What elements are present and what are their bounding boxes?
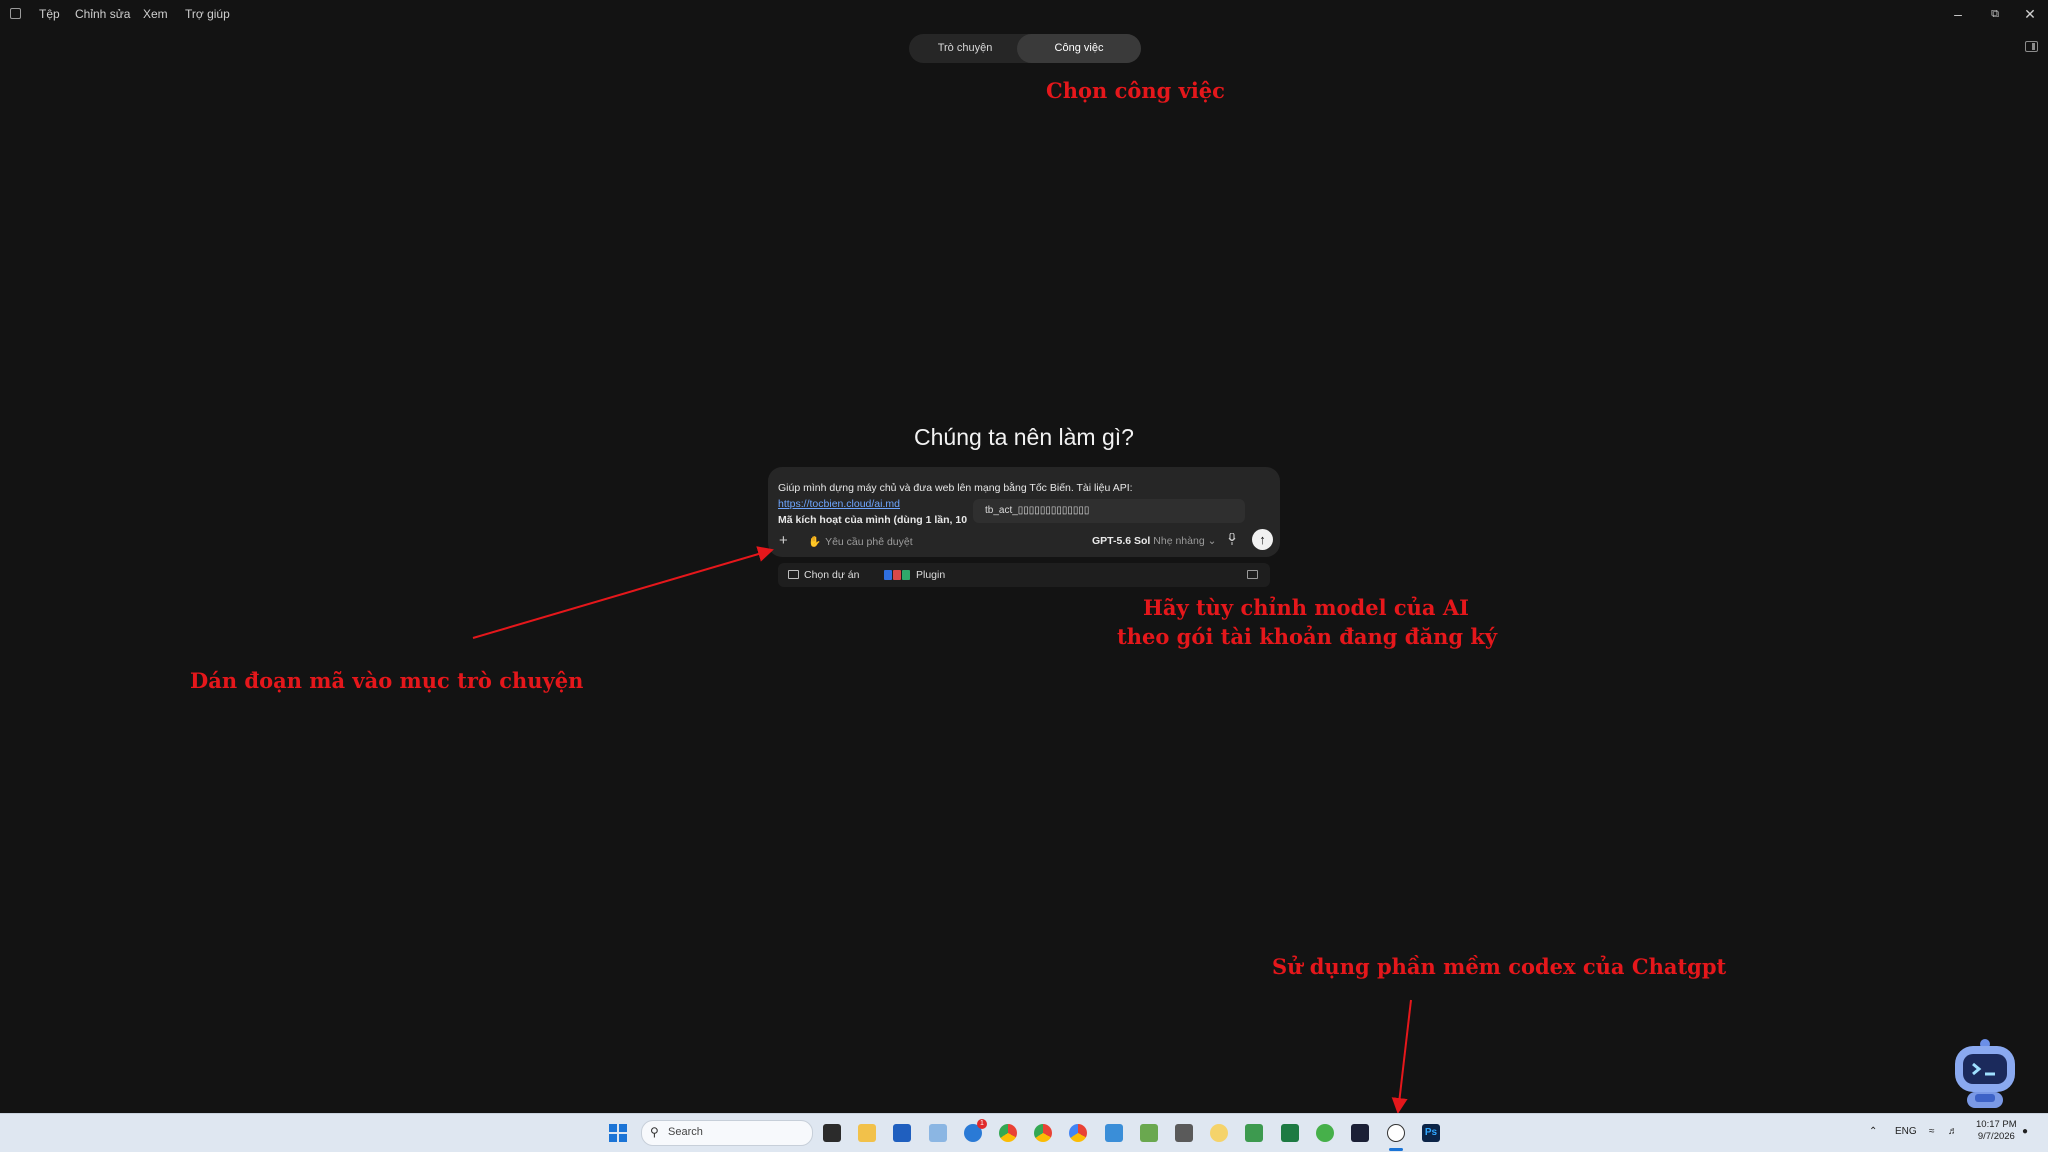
network-tool-icon[interactable] bbox=[1140, 1124, 1158, 1142]
photos-icon[interactable] bbox=[929, 1124, 947, 1142]
editor-app-icon[interactable] bbox=[1351, 1124, 1369, 1142]
clock-time: 10:17 PM bbox=[1976, 1119, 2017, 1130]
annotation-arrows bbox=[472, 546, 1412, 1114]
notepad-icon[interactable] bbox=[1245, 1124, 1263, 1142]
language-indicator[interactable]: ENG bbox=[1895, 1126, 1917, 1137]
green-app-icon[interactable] bbox=[1316, 1124, 1334, 1142]
search-placeholder: Search bbox=[668, 1126, 703, 1138]
printer-icon[interactable] bbox=[1175, 1124, 1193, 1142]
remote-desktop-icon[interactable] bbox=[1105, 1124, 1123, 1142]
excel-icon[interactable] bbox=[1281, 1124, 1299, 1142]
store-icon[interactable] bbox=[893, 1124, 911, 1142]
start-windows-icon[interactable] bbox=[609, 1124, 627, 1142]
chatgpt-codex-icon[interactable] bbox=[1387, 1124, 1405, 1142]
arrow-to-codex-app bbox=[1391, 999, 1412, 1114]
chrome-profile-3-icon[interactable] bbox=[1069, 1124, 1087, 1142]
taskbar: ⚲ Search 1 Ps ⌃ ENG ≈ ♬ 10:17 PM 9/7/202… bbox=[0, 1113, 2048, 1152]
sticky-app-icon[interactable] bbox=[1210, 1124, 1228, 1142]
task-view-icon[interactable] bbox=[823, 1124, 841, 1142]
notification-badge: 1 bbox=[977, 1119, 987, 1129]
volume-icon[interactable]: ♬ bbox=[1948, 1126, 1958, 1137]
robot-mascot-icon[interactable] bbox=[1949, 1036, 2021, 1114]
search-icon: ⚲ bbox=[650, 1125, 659, 1139]
chrome-icon[interactable] bbox=[999, 1124, 1017, 1142]
notification-bell-icon[interactable]: ● bbox=[2022, 1126, 2028, 1137]
clock-date: 9/7/2026 bbox=[1977, 1131, 2015, 1142]
chevron-up-icon[interactable]: ⌃ bbox=[1869, 1126, 1877, 1137]
chrome-profile-2-icon[interactable] bbox=[1034, 1124, 1052, 1142]
taskbar-search[interactable]: ⚲ Search bbox=[641, 1120, 813, 1146]
file-explorer-icon[interactable] bbox=[858, 1124, 876, 1142]
wifi-icon[interactable]: ≈ bbox=[1929, 1126, 1935, 1137]
system-clock[interactable]: 10:17 PM 9/7/2026 bbox=[1976, 1119, 2017, 1143]
photoshop-icon[interactable]: Ps bbox=[1422, 1124, 1440, 1142]
arrow-to-composer bbox=[472, 546, 774, 639]
